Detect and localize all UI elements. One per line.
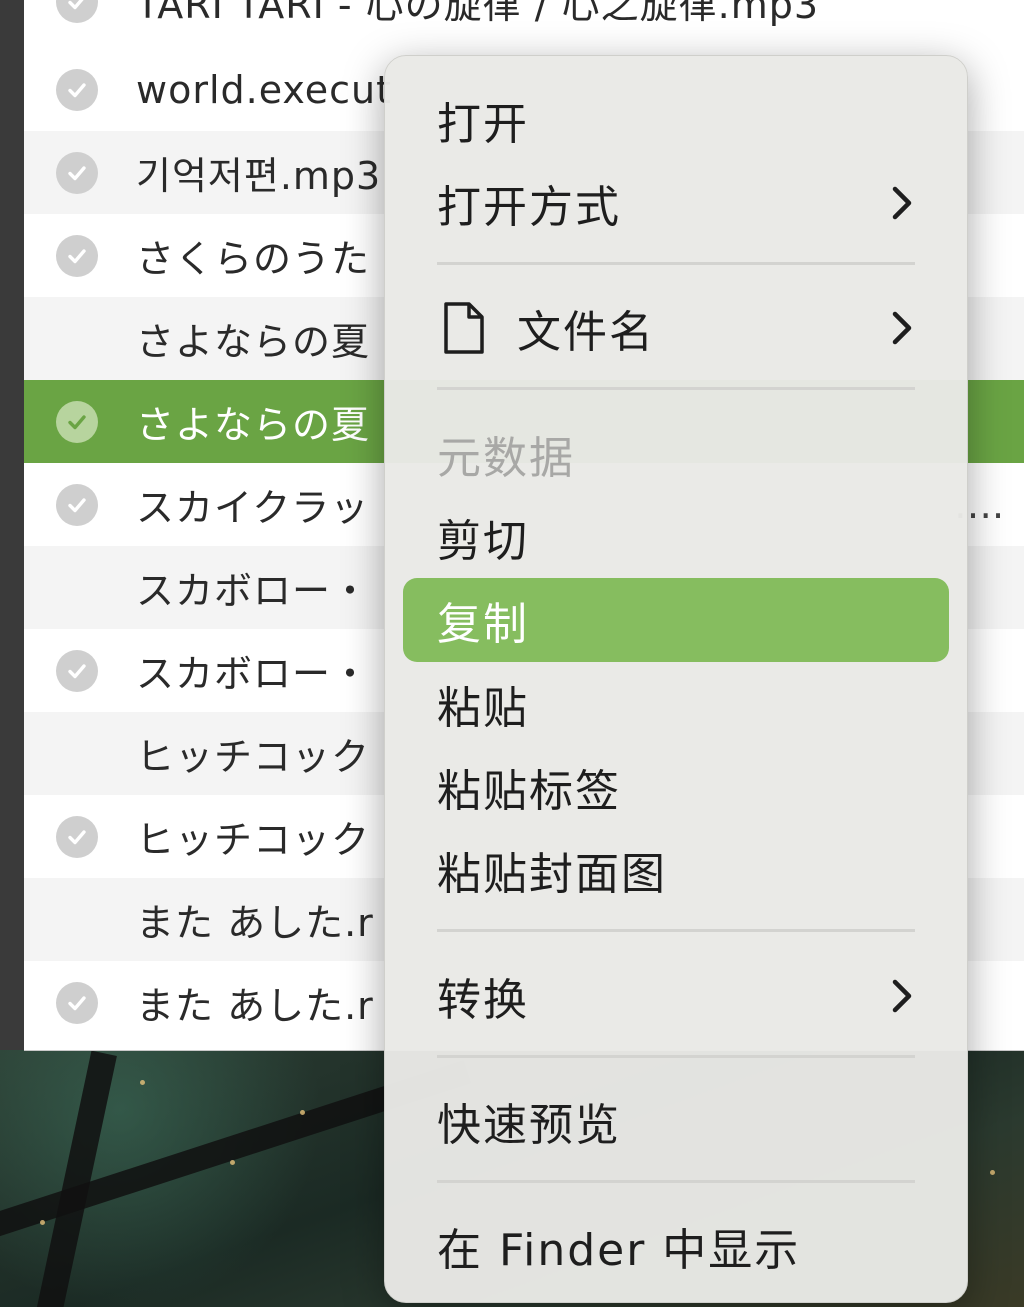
menu-item-label: 复制 (437, 599, 529, 650)
check-icon[interactable] (56, 815, 98, 858)
check-icon[interactable] (56, 400, 98, 443)
file-name: さよならの夏 (136, 320, 371, 364)
menu-item-paste-cover[interactable]: 粘贴封面图 (403, 828, 949, 912)
menu-item-show-in-finder[interactable]: 在 Finder 中显示 (403, 1204, 949, 1288)
document-icon (444, 302, 484, 354)
file-name: ヒッチコック (136, 735, 371, 779)
menu-item-quick-look[interactable]: 快速预览 (403, 1079, 949, 1163)
chevron-right-icon (892, 186, 912, 220)
file-name: また あした.r (136, 984, 374, 1028)
chevron-right-icon (892, 979, 912, 1013)
check-icon[interactable] (56, 68, 98, 111)
menu-item-open[interactable]: 打开 (403, 78, 949, 162)
file-name: 기억저편.mp3 (136, 154, 382, 198)
file-name: さよならの夏 (136, 403, 371, 447)
window-edge (0, 0, 24, 1050)
menu-item-label: 粘贴封面图 (437, 849, 667, 900)
file-name: world.execut (136, 67, 392, 112)
check-icon[interactable] (56, 981, 98, 1024)
file-name: スカボロー・ (136, 569, 371, 613)
menu-header-metadata: 元数据 (403, 412, 949, 496)
menu-item-label: 剪切 (437, 516, 529, 567)
menu-item-label: 粘贴标签 (437, 766, 621, 817)
check-icon[interactable] (56, 151, 98, 194)
check-icon[interactable] (56, 0, 98, 23)
menu-item-convert[interactable]: 转换 (403, 954, 949, 1038)
file-name: ヒッチコック (136, 818, 371, 862)
menu-item-label: 粘贴 (437, 683, 529, 734)
menu-item-label: 打开方式 (437, 182, 621, 233)
menu-separator (437, 1055, 915, 1058)
context-menu: 打开 打开方式 文件名 元数据 剪切 复制 粘贴 粘贴标签 粘贴封面图 转换 快… (384, 55, 968, 1303)
check-icon[interactable] (56, 234, 98, 277)
menu-section-label: 元数据 (437, 433, 575, 484)
file-name: さくらのうた (136, 237, 371, 281)
file-name: スカイクラッ (136, 486, 370, 530)
chevron-right-icon (892, 311, 912, 345)
list-item[interactable]: TARI TARI - 心の旋律 / 心之旋律.mp3 (24, 0, 1024, 43)
check-icon[interactable] (56, 649, 98, 692)
menu-separator (437, 929, 915, 932)
menu-item-copy[interactable]: 复制 (403, 578, 949, 662)
menu-separator (437, 262, 915, 265)
menu-item-label: 文件名 (517, 307, 655, 358)
menu-item-open-with[interactable]: 打开方式 (403, 161, 949, 245)
file-name: また あした.r (136, 901, 374, 945)
menu-separator (437, 387, 915, 390)
menu-item-paste[interactable]: 粘贴 (403, 662, 949, 746)
menu-item-label: 打开 (437, 99, 529, 150)
menu-item-label: 转换 (437, 975, 529, 1026)
check-icon[interactable] (56, 483, 98, 526)
menu-separator (437, 1180, 915, 1183)
menu-item-cut[interactable]: 剪切 (403, 495, 949, 579)
menu-item-filename[interactable]: 文件名 (403, 286, 949, 370)
menu-item-paste-tags[interactable]: 粘贴标签 (403, 745, 949, 829)
menu-item-label: 快速预览 (437, 1100, 621, 1151)
menu-item-label: 在 Finder 中显示 (437, 1225, 801, 1276)
file-name: TARI TARI - 心の旋律 / 心之旋律.mp3 (136, 0, 820, 27)
file-name: スカボロー・ (136, 652, 371, 696)
